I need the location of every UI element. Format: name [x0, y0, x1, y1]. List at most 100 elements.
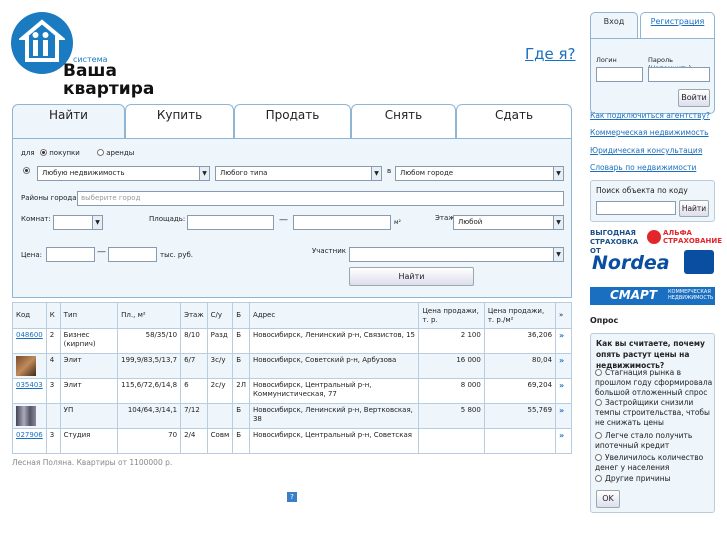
- table-row[interactable]: 048600 2 Бизнес (кирпич) 58/35/10 8/10 Р…: [12, 328, 572, 354]
- alfa-banner-name: АЛЬФА СТРАХОВАНИЕ: [663, 229, 723, 245]
- radio-icon[interactable]: [595, 399, 602, 406]
- poll-option[interactable]: Стагнация рынка в прошлом году сформиров…: [595, 368, 715, 398]
- cell-balcony: Б: [232, 328, 250, 354]
- smart-logo-text: СМАРТ: [610, 288, 658, 302]
- where-am-i-link[interactable]: Где я?: [525, 45, 576, 63]
- radio-checked-icon[interactable]: [40, 149, 47, 156]
- property-select[interactable]: Любую недвижимость ▼: [37, 166, 210, 181]
- tab-buy[interactable]: Купить: [125, 104, 234, 139]
- cell-balcony: Б: [232, 353, 250, 379]
- glossary-link[interactable]: Словарь по недвижимости: [590, 163, 696, 172]
- price-to-input[interactable]: [108, 247, 157, 262]
- poll-option[interactable]: Другие причины: [595, 474, 715, 484]
- alfa-banner[interactable]: ВЫГОДНАЯ СТРАХОВКА ОТ АЛЬФА СТРАХОВАНИЕ: [590, 228, 723, 255]
- main-tabs: Найти Купить Продать Снять Сдать: [12, 104, 572, 140]
- poll-option[interactable]: Легче стало получить ипотечный кредит: [595, 431, 715, 451]
- question-icon[interactable]: ?: [287, 492, 297, 502]
- cell-code[interactable]: [12, 403, 47, 429]
- tab-sell[interactable]: Продать: [234, 104, 351, 139]
- purchase-radio[interactable]: покупки: [40, 149, 80, 157]
- table-row[interactable]: 027906 3 Студия 70 2/4 Совм Б Новосибирс…: [12, 428, 572, 454]
- table-row[interactable]: 4 Элит 199,9/83,5/13,7 6/7 3с/у Б Новоси…: [12, 353, 572, 379]
- code-search-input[interactable]: [596, 201, 676, 215]
- tab-rent[interactable]: Снять: [351, 104, 456, 139]
- arrow-right-icon[interactable]: »: [559, 331, 564, 340]
- tab-let[interactable]: Сдать: [456, 104, 572, 139]
- cell-bathroom: Совм: [206, 428, 234, 454]
- login-label: Логин: [596, 56, 617, 64]
- find-button[interactable]: Найти: [349, 267, 474, 286]
- area-from-input[interactable]: [187, 215, 274, 230]
- commercial-link[interactable]: Коммерческая недвижимость: [590, 128, 709, 137]
- nordea-banner[interactable]: Nordea: [590, 250, 715, 278]
- col-bathroom[interactable]: С/у: [206, 302, 234, 329]
- radio-icon[interactable]: [595, 454, 602, 461]
- radio-icon[interactable]: [97, 149, 104, 156]
- radio-icon[interactable]: [595, 432, 602, 439]
- price-from-input[interactable]: [46, 247, 95, 262]
- cell-code[interactable]: 027906: [12, 428, 47, 454]
- table-row[interactable]: 035403 3 Элит 115,6/72,6/14,8 6 2с/у 2Л …: [12, 378, 572, 404]
- col-balcony[interactable]: Б: [232, 302, 250, 329]
- tab-register[interactable]: Регистрация: [640, 12, 715, 38]
- arrow-right-icon[interactable]: »: [559, 406, 564, 415]
- col-area[interactable]: Пл., м²: [117, 302, 182, 329]
- cell-more[interactable]: »: [555, 378, 572, 404]
- col-address[interactable]: Адрес: [248, 302, 420, 329]
- cell-code[interactable]: [12, 353, 47, 379]
- col-code[interactable]: Код: [12, 302, 47, 329]
- arrow-right-icon[interactable]: »: [559, 356, 564, 365]
- col-price[interactable]: Цена продажи, т. р.: [418, 302, 485, 329]
- photo-thumbnail[interactable]: [16, 356, 36, 376]
- table-row[interactable]: УП 104/64,3/14,1 7/12 Б Новосибирск, Лен…: [12, 403, 572, 429]
- login-input[interactable]: [596, 67, 643, 82]
- cell-more[interactable]: »: [555, 403, 572, 429]
- legal-consult-link[interactable]: Юридическая консультация: [590, 146, 702, 155]
- cell-bathroom: [206, 403, 234, 429]
- agency-connect-link[interactable]: Как подключиться агентству?: [590, 111, 710, 120]
- radio-checked-icon[interactable]: [23, 167, 30, 174]
- poll-option[interactable]: Увеличилось количество денег у населения: [595, 453, 715, 473]
- logo-title-line2: квартира: [63, 79, 155, 99]
- arrow-right-icon[interactable]: »: [559, 431, 564, 440]
- floor-select[interactable]: Любой ▼: [453, 215, 564, 230]
- house-icon: [19, 19, 65, 62]
- col-rooms[interactable]: К: [45, 302, 61, 329]
- cell-balcony: 2Л: [232, 378, 250, 404]
- photo-thumbnail[interactable]: [16, 406, 36, 426]
- participant-select[interactable]: ▼: [349, 247, 564, 262]
- rent-radio[interactable]: аренды: [97, 149, 134, 157]
- cell-rooms: 2: [45, 328, 61, 354]
- poll-ok-button[interactable]: OK: [596, 490, 620, 508]
- type-select[interactable]: Любого типа ▼: [215, 166, 382, 181]
- rooms-select[interactable]: ▼: [53, 215, 103, 230]
- password-input[interactable]: [648, 67, 710, 82]
- arrow-right-icon[interactable]: »: [559, 381, 564, 390]
- cell-more[interactable]: »: [555, 428, 572, 454]
- col-price-per-m2[interactable]: Цена продажи, т. р./м²: [483, 302, 557, 329]
- area-to-input[interactable]: [293, 215, 391, 230]
- poll-option[interactable]: Застройщики снизили темпы строительства,…: [595, 398, 715, 428]
- cell-code[interactable]: 048600: [12, 328, 47, 354]
- radio-icon[interactable]: [595, 475, 602, 482]
- districts-input[interactable]: выберите город: [77, 191, 564, 206]
- cell-code[interactable]: 035403: [12, 378, 47, 404]
- col-floor[interactable]: Этаж: [180, 302, 208, 329]
- chevron-down-icon: ▼: [199, 167, 209, 180]
- type-radio[interactable]: [23, 167, 30, 175]
- city-select[interactable]: Любом городе ▼: [395, 166, 564, 181]
- site-logo[interactable]: система Ваша квартира: [11, 12, 154, 98]
- tab-find[interactable]: Найти: [12, 104, 125, 140]
- col-type[interactable]: Тип: [59, 302, 119, 329]
- code-search-button[interactable]: Найти: [679, 200, 709, 217]
- cell-price-per-m2: 36,206: [483, 328, 557, 354]
- radio-icon[interactable]: [595, 369, 602, 376]
- chevron-down-icon: ▼: [371, 167, 381, 180]
- smart-banner[interactable]: СМАРТ КОММЕРЧЕСКАЯ НЕДВИЖИМОСТЬ: [590, 287, 715, 305]
- cell-type: Бизнес (кирпич): [59, 328, 119, 354]
- cell-more[interactable]: »: [555, 353, 572, 379]
- cell-price: 5 800: [418, 403, 485, 429]
- tab-login[interactable]: Вход: [590, 12, 638, 38]
- cell-more[interactable]: »: [555, 328, 572, 354]
- login-button[interactable]: Войти: [678, 89, 710, 107]
